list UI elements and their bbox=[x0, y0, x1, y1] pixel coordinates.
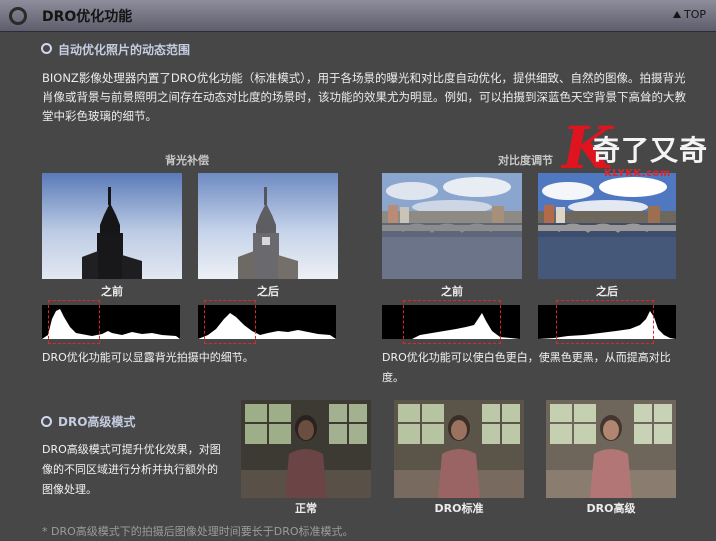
backlight-before-caption: 之前 bbox=[101, 285, 123, 298]
circle-icon bbox=[9, 7, 27, 25]
klykk-watermark-logo: K 奇了又奇 KLYKK.com bbox=[560, 119, 716, 189]
portrait-normal-caption: 正常 bbox=[295, 502, 317, 515]
portrait-dro-standard-caption: DRO标准 bbox=[434, 502, 484, 515]
portrait-dro-advanced-caption: DRO高级 bbox=[586, 502, 636, 515]
histogram-highlight-box bbox=[403, 300, 501, 344]
circle-bullet-icon bbox=[41, 416, 52, 427]
contrast-before-photo bbox=[382, 173, 522, 279]
histogram-highlight-box bbox=[556, 300, 654, 344]
portrait-dro-advanced-photo bbox=[546, 400, 676, 498]
histogram-highlight-box bbox=[204, 300, 256, 344]
top-link-label: TOP bbox=[683, 8, 706, 21]
portrait-dro-standard-photo bbox=[394, 400, 524, 498]
histogram-highlight-box bbox=[48, 300, 100, 344]
up-arrow-icon bbox=[672, 11, 681, 18]
watermark-chinese-text: 奇了又奇 bbox=[592, 134, 709, 167]
backlight-description: DRO优化功能可以显露背光拍摄中的细节。 bbox=[42, 351, 254, 364]
page-title: DRO优化功能 bbox=[42, 9, 133, 25]
back-to-top-link[interactable]: TOP bbox=[672, 8, 706, 21]
section-title-dynamic-range: 自动优化照片的动态范围 bbox=[58, 43, 191, 57]
section-header-bar: DRO优化功能 TOP bbox=[0, 0, 716, 32]
backlight-group-title: 背光补偿 bbox=[165, 154, 209, 167]
section-title-dro-advanced: DRO高级模式 bbox=[58, 415, 136, 429]
circle-bullet-icon bbox=[41, 43, 52, 54]
contrast-group-title: 对比度调节 bbox=[498, 154, 553, 167]
dro-advanced-description: DRO高级模式可提升优化效果，对图像的不同区域进行分析并执行额外的图像处理。 bbox=[42, 443, 221, 496]
contrast-before-caption: 之前 bbox=[441, 285, 463, 298]
contrast-description: DRO优化功能可以使白色更白，使黑色更黑，从而提高对比度。 bbox=[382, 351, 671, 384]
portrait-normal-photo bbox=[241, 400, 371, 498]
backlight-after-photo bbox=[198, 173, 338, 279]
contrast-after-caption: 之后 bbox=[596, 285, 618, 298]
watermark-url-text: KLYKK.com bbox=[604, 168, 671, 179]
backlight-before-photo bbox=[42, 173, 182, 279]
footnote: * DRO高级模式下的拍摄后图像处理时间要长于DRO标准模式。 bbox=[42, 525, 354, 538]
backlight-after-caption: 之后 bbox=[257, 285, 279, 298]
